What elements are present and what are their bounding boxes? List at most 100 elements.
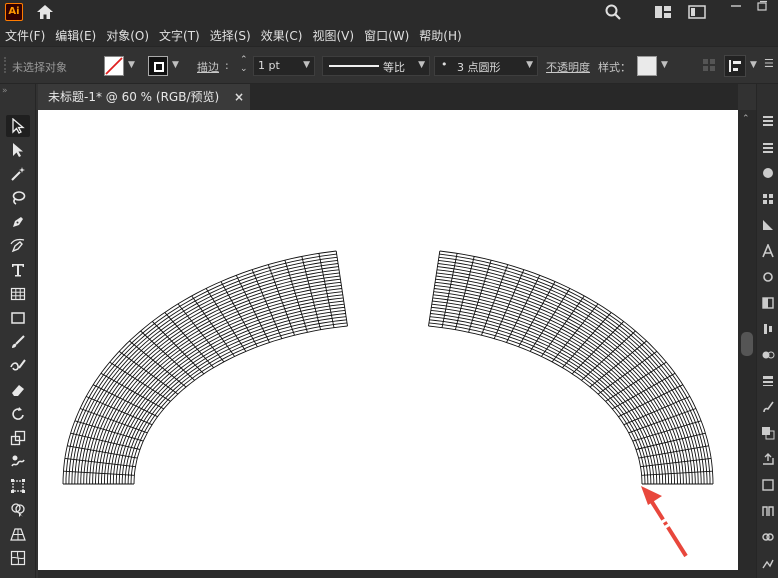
stroke-dropdown-chevron-icon[interactable]: ▼ bbox=[172, 60, 179, 70]
scale-tool-icon[interactable] bbox=[6, 427, 30, 449]
paintbrush-tool-icon[interactable] bbox=[6, 331, 30, 353]
opacity-label[interactable]: 不透明度 bbox=[546, 59, 590, 75]
minimize-icon[interactable] bbox=[724, 0, 748, 20]
grid-mesh bbox=[62, 250, 714, 485]
collapse-panel-icon[interactable]: » bbox=[2, 86, 8, 96]
stroke-weight-field[interactable]: 1 pt ▼ bbox=[253, 56, 315, 76]
align-icon[interactable] bbox=[724, 55, 746, 77]
menu-type[interactable]: 文字(T) bbox=[154, 27, 205, 44]
appearance-panel-icon[interactable] bbox=[761, 348, 775, 362]
free-transform-tool-icon[interactable] bbox=[6, 475, 30, 497]
grid-line bbox=[77, 266, 339, 485]
fill-dropdown-chevron-icon[interactable]: ▼ bbox=[128, 60, 135, 70]
close-tab-icon[interactable]: × bbox=[234, 84, 244, 110]
rectangle-tool-icon[interactable] bbox=[6, 307, 30, 329]
app-logo: Ai bbox=[5, 3, 23, 21]
menu-help[interactable]: 帮助(H) bbox=[414, 27, 466, 44]
recolor-artwork-icon[interactable] bbox=[702, 58, 716, 72]
menu-edit[interactable]: 编辑(E) bbox=[50, 27, 101, 44]
envelope-distorted-grid-artwork[interactable] bbox=[38, 110, 738, 570]
search-icon[interactable] bbox=[602, 2, 624, 22]
character-panel-icon[interactable] bbox=[761, 242, 775, 258]
layers-panel-icon[interactable] bbox=[761, 140, 775, 154]
grid-line bbox=[101, 291, 343, 484]
grid-line bbox=[439, 253, 711, 484]
workspace-icon[interactable] bbox=[652, 2, 674, 22]
brush-chevron-icon[interactable]: ▼ bbox=[526, 60, 533, 70]
grid-line bbox=[430, 313, 655, 484]
document-tab[interactable]: 未标题-1* @ 60 % (RGB/预览) bbox=[38, 84, 250, 110]
magic-wand-tool-icon[interactable] bbox=[6, 163, 30, 185]
libraries-panel-icon[interactable] bbox=[761, 504, 775, 518]
menu-file[interactable]: 文件(F) bbox=[0, 27, 50, 44]
more-options-icon[interactable]: ☰ bbox=[764, 57, 774, 70]
stroke-weight-stepper[interactable]: ⌃ ⌄ bbox=[240, 56, 248, 74]
menu-object[interactable]: 对象(O) bbox=[101, 27, 154, 44]
profile-chevron-icon[interactable]: ▼ bbox=[418, 60, 425, 70]
style-dropdown-chevron-icon[interactable]: ▼ bbox=[661, 60, 668, 70]
grid-line bbox=[127, 319, 347, 485]
menu-view[interactable]: 视图(V) bbox=[307, 27, 359, 44]
fill-swatch[interactable] bbox=[104, 56, 124, 76]
menu-window[interactable]: 窗口(W) bbox=[359, 27, 414, 44]
menu-select[interactable]: 选择(S) bbox=[205, 27, 256, 44]
swatches-panel-icon[interactable] bbox=[761, 192, 775, 206]
variable-width-profile[interactable]: 等比 ▼ bbox=[322, 56, 430, 76]
transparency-panel-icon[interactable] bbox=[761, 296, 775, 310]
menu-effect[interactable]: 效果(C) bbox=[256, 27, 308, 44]
brush-definition[interactable]: • 3 点圆形 ▼ bbox=[434, 56, 538, 76]
grid-line bbox=[65, 253, 337, 484]
shaper-tool-icon[interactable] bbox=[6, 355, 30, 377]
align-chevron-icon[interactable]: ▼ bbox=[750, 60, 757, 70]
grid-tool-icon[interactable] bbox=[6, 283, 30, 305]
right-panel-dock bbox=[756, 84, 778, 578]
arrange-documents-icon[interactable] bbox=[686, 2, 708, 22]
home-icon[interactable] bbox=[34, 2, 56, 22]
scroll-up-icon[interactable]: ⌃ bbox=[742, 114, 750, 124]
color-panel-icon[interactable] bbox=[761, 166, 775, 180]
align-panel-icon[interactable] bbox=[761, 322, 775, 336]
tools-panel: » bbox=[0, 84, 36, 578]
stroke-weight-chevron-icon[interactable]: ▼ bbox=[303, 60, 310, 70]
properties-panel-icon[interactable] bbox=[761, 114, 775, 128]
grid-line bbox=[89, 278, 341, 485]
grid-line bbox=[433, 291, 675, 484]
symbols-panel-icon[interactable] bbox=[761, 270, 775, 284]
selection-tool-icon[interactable] bbox=[6, 115, 30, 137]
warp-tool-icon[interactable] bbox=[6, 451, 30, 473]
direct-selection-tool-icon[interactable] bbox=[6, 139, 30, 161]
lasso-tool-icon[interactable] bbox=[6, 187, 30, 209]
selection-status: 未选择对象 bbox=[12, 61, 67, 74]
profile-label: 等比 bbox=[383, 61, 405, 74]
grid-line bbox=[124, 316, 347, 485]
links-panel-icon[interactable] bbox=[761, 530, 775, 544]
gradient-panel-icon[interactable] bbox=[761, 218, 775, 232]
brushes-panel-icon[interactable] bbox=[761, 400, 775, 414]
artboard-canvas[interactable] bbox=[38, 110, 738, 570]
stroke-label-colon: : bbox=[225, 59, 229, 72]
graphic-style-swatch[interactable] bbox=[637, 56, 657, 76]
asset-export-panel-icon[interactable] bbox=[761, 452, 775, 466]
curvature-tool-icon[interactable] bbox=[6, 235, 30, 257]
pen-tool-icon[interactable] bbox=[6, 211, 30, 233]
stroke-swatch[interactable] bbox=[148, 56, 168, 76]
grid-line bbox=[435, 278, 687, 485]
perspective-grid-tool-icon[interactable] bbox=[6, 523, 30, 545]
type-tool-icon[interactable] bbox=[6, 259, 30, 281]
grid-line bbox=[429, 319, 649, 485]
vertical-scrollbar-thumb[interactable] bbox=[741, 332, 753, 356]
stroke-panel-icon[interactable] bbox=[761, 374, 775, 388]
grid-line bbox=[437, 263, 702, 485]
image-trace-panel-icon[interactable] bbox=[761, 556, 775, 570]
mesh-tool-icon[interactable] bbox=[6, 547, 30, 569]
grid-line bbox=[74, 263, 339, 485]
restore-icon[interactable] bbox=[750, 0, 774, 20]
pathfinder-panel-icon[interactable] bbox=[761, 426, 775, 440]
stroke-label[interactable]: 描边 bbox=[197, 59, 219, 75]
shape-builder-tool-icon[interactable] bbox=[6, 499, 30, 521]
artboards-panel-icon[interactable] bbox=[761, 478, 775, 492]
rotate-tool-icon[interactable] bbox=[6, 403, 30, 425]
grid-line bbox=[112, 303, 345, 485]
menu-bar: 文件(F) 编辑(E) 对象(O) 文字(T) 选择(S) 效果(C) 视图(V… bbox=[0, 24, 778, 46]
eraser-tool-icon[interactable] bbox=[6, 379, 30, 401]
